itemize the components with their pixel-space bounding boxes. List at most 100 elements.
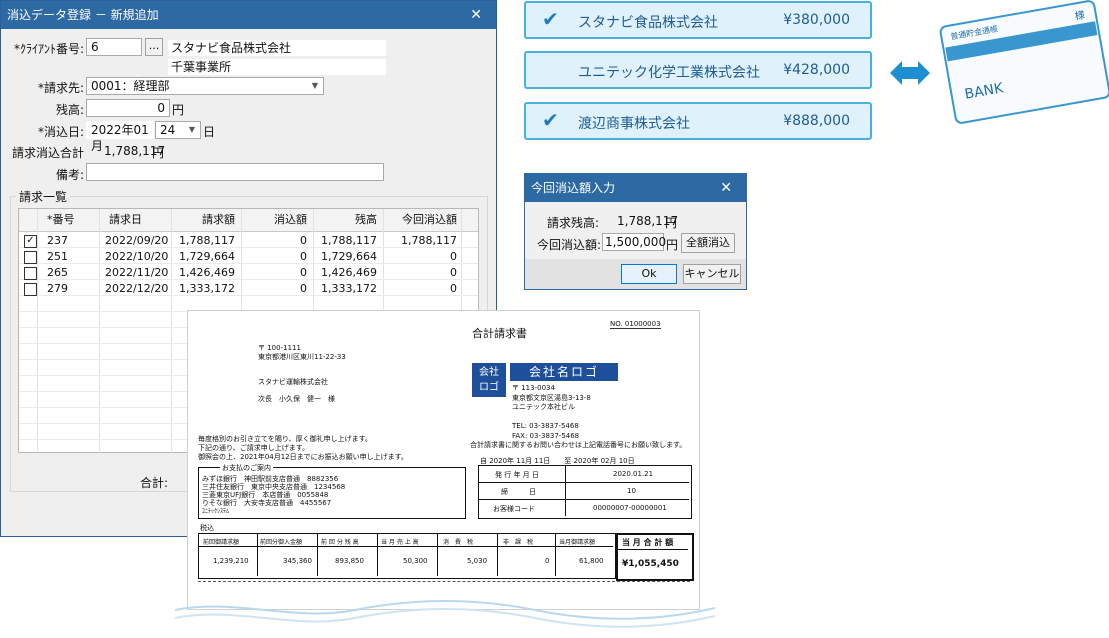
table-cell: 2022/09/20 xyxy=(105,234,169,247)
balance-input[interactable]: 0 xyxy=(86,99,170,117)
client-branch: 千葉事業所 xyxy=(168,59,386,75)
table-cell: 0 xyxy=(300,282,307,295)
balance-yen: 円 xyxy=(172,103,185,117)
chevron-down-icon: ▼ xyxy=(311,81,318,90)
close-icon[interactable]: ✕ xyxy=(720,174,732,202)
col-current[interactable]: 今回消込額 xyxy=(383,209,457,231)
table-cell: 2022/10/20 xyxy=(105,250,169,263)
date-label: *消込日: xyxy=(37,125,84,139)
grand-total-label: 当 月 合 計 額 xyxy=(622,538,674,547)
table-cell: 0 xyxy=(300,266,307,279)
full-amount-button[interactable]: 全額消込 xyxy=(681,233,735,253)
double-arrow-icon xyxy=(890,61,930,85)
remaining-label: 請求残高: xyxy=(546,216,599,230)
date-year-month[interactable]: 2022年01月 xyxy=(86,121,154,153)
table-cell[interactable]: 1,788,117 xyxy=(383,233,457,249)
client-number-input[interactable]: 6 xyxy=(86,38,142,56)
client-name: スタナビ食品株式会社 xyxy=(168,40,386,56)
table-cell: 251 xyxy=(47,250,68,263)
payment-dialog: 今回消込額入力 ✕ 請求残高: 1,788,117 円 今回消込額: 1,500… xyxy=(524,173,747,290)
current-yen: 円 xyxy=(666,238,679,252)
table-cell: 1,729,664 xyxy=(321,250,377,263)
grand-total-value: ¥1,055,450 xyxy=(622,559,679,569)
row-checkbox[interactable]: ✓ xyxy=(24,235,37,248)
browse-button[interactable]: ... xyxy=(145,38,163,56)
summary-value: 1,239,210 xyxy=(213,557,249,565)
from-building: ユニテック本社ビル xyxy=(512,403,575,411)
info-value: 10 xyxy=(627,487,636,495)
greeting-3: 御照会の上、2021年04月12日までにお振込お願い申し上げます。 xyxy=(198,453,408,461)
table-cell[interactable]: 0 xyxy=(383,265,457,281)
summary-value: 345,360 xyxy=(283,557,312,565)
to-company: スタナビ運輸株式会社 xyxy=(258,378,328,386)
total-label: 請求消込合計 xyxy=(12,146,85,160)
bank-guide-title: お支払のご案内 xyxy=(220,463,273,473)
table-cell: 279 xyxy=(47,282,68,295)
summary-header: 当月御請求額 xyxy=(559,539,596,546)
summary-header: 前 回 分 残 高 xyxy=(321,539,359,546)
cancel-button[interactable]: キャンセル xyxy=(683,264,741,284)
info-value: 00000007-00000001 xyxy=(593,504,667,512)
row-checkbox[interactable] xyxy=(24,267,37,280)
table-cell: 1,426,469 xyxy=(179,266,235,279)
company-name: 渡辺商事株式会社 xyxy=(578,116,690,132)
summary-header: 前回御請求額 xyxy=(203,539,240,546)
dialog-titlebar: 今回消込額入力 ✕ xyxy=(525,174,746,202)
total-yen: 円 xyxy=(152,146,165,160)
info-table: 発 行 年 月 日 2020.01.21 締 日 10 お客様コード 00000… xyxy=(478,465,692,519)
billing-select[interactable]: 0001：経理部 ▼ xyxy=(86,77,324,95)
company-card[interactable]: ✔ スタナビ食品株式会社 ¥380,000 xyxy=(524,1,872,39)
bank-book: 普通貯金通帳 様 BANK xyxy=(938,0,1109,125)
table-cell: 1,426,469 xyxy=(321,266,377,279)
table-cell: 2022/12/20 xyxy=(105,282,169,295)
company-name: スタナビ食品株式会社 xyxy=(578,15,718,31)
col-number[interactable]: *番号 xyxy=(47,209,75,231)
table-cell: 265 xyxy=(47,266,68,279)
summary-header: 非 課 税 xyxy=(503,539,534,546)
col-amount[interactable]: 請求額 xyxy=(171,209,235,231)
tax-note: 税込 xyxy=(200,524,214,532)
chevron-down-icon: ▼ xyxy=(188,125,195,134)
main-titlebar: 消込データ登録 － 新規追加 ✕ xyxy=(1,1,496,29)
table-cell: 0 xyxy=(300,234,307,247)
summary-header: 前回分御入金額 xyxy=(260,539,303,546)
table-cell: 1,333,172 xyxy=(179,282,235,295)
bank-line: ﾕﾆﾃｯｸｼｽﾃﾑ xyxy=(202,508,230,515)
company-amount: ¥888,000 xyxy=(783,113,850,129)
wave-decoration xyxy=(175,600,715,628)
summary-table: 前回御請求額 前回分御入金額 前 回 分 残 高 当 月 売 上 高 消 費 税… xyxy=(198,533,616,579)
from-zip: 〒 113-0034 xyxy=(512,384,555,392)
billing-label: *請求先: xyxy=(37,81,84,95)
ok-button[interactable]: Ok xyxy=(621,264,677,284)
summary-value: 5,030 xyxy=(467,557,488,565)
date-day-suffix: 日 xyxy=(203,125,216,139)
table-cell: 0 xyxy=(300,250,307,263)
company-card[interactable]: ユニテック化学工業株式会社 ¥428,000 xyxy=(524,51,872,89)
client-number-label: *ｸﾗｲｱﾝﾄ番号: xyxy=(13,42,84,56)
company-card[interactable]: ✔ 渡辺商事株式会社 ¥888,000 xyxy=(524,102,872,140)
table-cell[interactable]: 0 xyxy=(383,249,457,265)
company-amount: ¥380,000 xyxy=(783,12,850,28)
from-tel: TEL: 03-3837-5468 xyxy=(512,422,579,430)
table-cell: 1,729,664 xyxy=(179,250,235,263)
check-icon: ✔ xyxy=(542,108,559,132)
close-icon[interactable]: ✕ xyxy=(470,1,482,29)
table-cell: 1,788,117 xyxy=(321,234,377,247)
memo-label: 備考: xyxy=(55,168,84,182)
col-balance[interactable]: 残高 xyxy=(313,209,377,231)
from-fax: FAX: 03-3837-5468 xyxy=(512,432,580,440)
info-label: 締 日 xyxy=(501,488,536,496)
window-title: 消込データ登録 － 新規追加 xyxy=(7,8,159,22)
row-checkbox[interactable] xyxy=(24,251,37,264)
row-checkbox[interactable] xyxy=(24,283,37,296)
date-day-select[interactable]: 24 ▼ xyxy=(155,121,201,139)
col-applied[interactable]: 消込額 xyxy=(241,209,307,231)
invoice-number: NO. 01000003 xyxy=(610,320,661,329)
current-amount-input[interactable]: 1,500,000 xyxy=(602,233,666,251)
table-cell[interactable]: 0 xyxy=(383,281,457,297)
check-icon: ✔ xyxy=(542,7,559,31)
col-date[interactable]: 請求日 xyxy=(109,209,142,231)
summary-value: 50,300 xyxy=(403,557,428,565)
memo-input[interactable] xyxy=(86,163,384,181)
sum-label: 合計: xyxy=(140,476,169,490)
